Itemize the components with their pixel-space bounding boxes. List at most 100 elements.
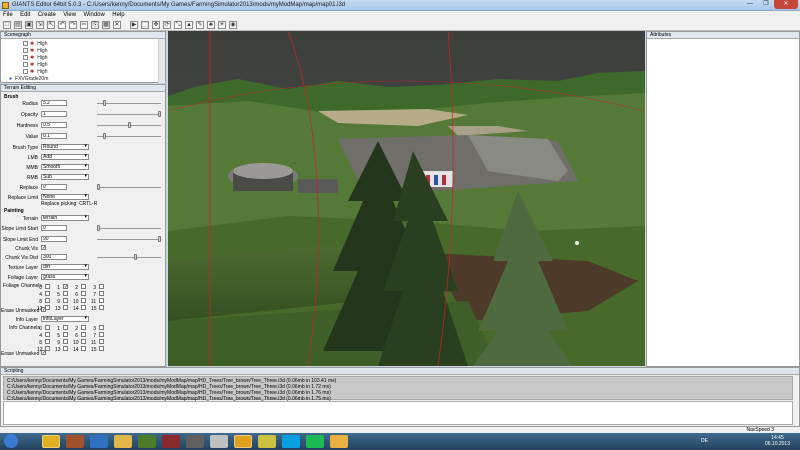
slope-end-field[interactable]: 90 xyxy=(41,236,67,242)
delete-icon[interactable]: ✕ xyxy=(113,21,121,29)
skype-icon[interactable] xyxy=(282,435,300,448)
paste-icon[interactable]: ▦ xyxy=(102,21,110,29)
menu-file[interactable]: File xyxy=(0,11,16,19)
channel-checkbox[interactable] xyxy=(99,284,104,289)
expand-icon[interactable] xyxy=(23,41,28,47)
channel-checkbox[interactable] xyxy=(63,298,68,303)
slider-knob[interactable] xyxy=(127,122,131,128)
chrome-icon[interactable] xyxy=(42,435,60,448)
media-icon[interactable] xyxy=(138,435,156,448)
channel-checkbox[interactable] xyxy=(81,339,86,344)
paint-tool-icon[interactable]: ✎ xyxy=(196,21,204,29)
new-icon[interactable]: □ xyxy=(3,21,11,29)
clock[interactable]: 14:45 06.10.2013 xyxy=(765,435,790,447)
select-tool-icon[interactable]: ⬚ xyxy=(141,21,149,29)
channel-checkbox[interactable] xyxy=(45,332,50,337)
minimize-button[interactable]: — xyxy=(742,0,758,9)
cut-icon[interactable]: ✂ xyxy=(80,21,88,29)
scenegraph-item[interactable]: ✱ High xyxy=(23,69,48,75)
channel-checkbox[interactable] xyxy=(45,284,50,289)
slider-knob[interactable] xyxy=(97,225,100,231)
redo-icon[interactable]: ↷ xyxy=(69,21,77,29)
spotify-icon[interactable] xyxy=(306,435,324,448)
light-icon[interactable]: ☀ xyxy=(218,21,226,29)
scenegraph-item[interactable]: ● FXVGrade20m xyxy=(9,76,48,82)
giants-editor-icon[interactable] xyxy=(234,435,252,448)
channel-checkbox[interactable] xyxy=(81,284,86,289)
channel-checkbox[interactable] xyxy=(99,346,104,351)
channel-checkbox[interactable] xyxy=(45,346,50,351)
brush-type-select[interactable]: Round xyxy=(41,144,89,150)
save-icon[interactable]: ▣ xyxy=(25,21,33,29)
channel-checkbox[interactable] xyxy=(63,339,68,344)
undo-icon[interactable]: ↶ xyxy=(58,21,66,29)
foliage-tool-icon[interactable]: ♣ xyxy=(207,21,215,29)
league-icon[interactable] xyxy=(90,435,108,448)
chunk-vis-dist-field[interactable]: 300 xyxy=(41,254,67,260)
chunk-vis-checkbox[interactable]: ✓ xyxy=(41,245,46,251)
channel-checkbox[interactable] xyxy=(81,332,86,337)
channel-checkbox[interactable] xyxy=(45,325,50,330)
expand-icon[interactable] xyxy=(23,48,28,54)
scenegraph-item[interactable]: ✱ High xyxy=(23,62,48,68)
menu-create[interactable]: Create xyxy=(35,11,59,19)
value-slider[interactable] xyxy=(97,136,161,137)
channel-checkbox[interactable] xyxy=(45,298,50,303)
channel-checkbox[interactable] xyxy=(99,291,104,296)
video-icon[interactable] xyxy=(162,435,180,448)
game-icon[interactable] xyxy=(66,435,84,448)
play-icon[interactable]: ▶ xyxy=(130,21,138,29)
channel-checkbox[interactable] xyxy=(99,325,104,330)
rmb-select[interactable]: Sub xyxy=(41,174,89,180)
slope-end-slider[interactable] xyxy=(97,239,161,240)
value-field[interactable]: 0.1 xyxy=(41,133,67,139)
menu-view[interactable]: View xyxy=(60,11,79,19)
channel-checkbox[interactable] xyxy=(99,298,104,303)
mmb-select[interactable]: Smooth xyxy=(41,164,89,170)
channel-checkbox[interactable] xyxy=(99,339,104,344)
tool2-icon[interactable] xyxy=(210,435,228,448)
rotate-tool-icon[interactable]: ⟳ xyxy=(163,21,171,29)
terrain-select[interactable]: terrain xyxy=(41,215,89,221)
slope-start-field[interactable]: 0 xyxy=(41,225,67,231)
start-orb-icon[interactable] xyxy=(4,434,18,448)
scenegraph-item[interactable]: ✱ High xyxy=(23,41,48,47)
channel-checkbox[interactable] xyxy=(81,305,86,310)
channel-checkbox[interactable] xyxy=(99,332,104,337)
script-input[interactable] xyxy=(3,401,793,425)
close-button[interactable]: ✕ xyxy=(774,0,798,9)
note-icon[interactable] xyxy=(258,435,276,448)
channel-checkbox[interactable] xyxy=(63,346,68,351)
slider-knob[interactable] xyxy=(103,100,107,106)
radius-field[interactable]: 5.2 xyxy=(41,100,67,106)
slope-start-slider[interactable] xyxy=(97,228,161,229)
explorer-icon[interactable] xyxy=(114,435,132,448)
channel-checkbox[interactable] xyxy=(63,291,68,296)
channel-checkbox[interactable] xyxy=(81,325,86,330)
open-icon[interactable]: ▤ xyxy=(14,21,22,29)
menu-edit[interactable]: Edit xyxy=(17,11,33,19)
info-layer-select[interactable]: infoLayer xyxy=(41,316,89,322)
scenegraph-item[interactable]: ✱ High xyxy=(23,55,48,61)
menu-window[interactable]: Window xyxy=(81,11,108,19)
channel-checkbox[interactable] xyxy=(63,332,68,337)
replace-limit-select[interactable]: None xyxy=(41,194,89,200)
channel-checkbox[interactable]: ✓ xyxy=(63,284,68,290)
maximize-button[interactable]: ❐ xyxy=(758,0,774,9)
menu-help[interactable]: Help xyxy=(109,11,127,19)
expand-icon[interactable] xyxy=(23,55,28,61)
slider-knob[interactable] xyxy=(133,254,137,260)
export-icon[interactable]: ⇱ xyxy=(47,21,55,29)
chunk-vis-dist-slider[interactable] xyxy=(97,257,161,258)
channel-checkbox[interactable] xyxy=(63,305,68,310)
channel-checkbox[interactable] xyxy=(81,346,86,351)
camera-icon[interactable]: ◉ xyxy=(229,21,237,29)
channel-checkbox[interactable] xyxy=(81,291,86,296)
texture-layer-select[interactable]: dirt xyxy=(41,264,89,270)
scenegraph-item[interactable]: ✱ High xyxy=(23,48,48,54)
move-tool-icon[interactable]: ✥ xyxy=(152,21,160,29)
language-indicator[interactable]: DE xyxy=(701,438,708,444)
opacity-field[interactable]: 1 xyxy=(41,111,67,117)
folder-icon[interactable] xyxy=(330,435,348,448)
opacity-slider[interactable] xyxy=(97,114,161,115)
